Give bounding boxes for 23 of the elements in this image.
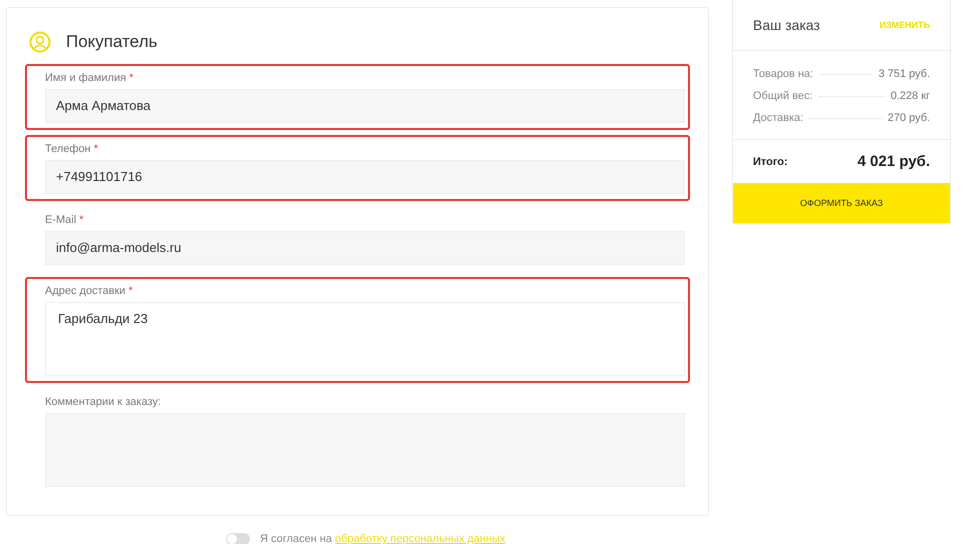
field-label: Имя и фамилия *	[45, 72, 134, 84]
checkout-button[interactable]: ОФОРМИТЬ ЗАКАЗ	[733, 183, 950, 223]
user-icon	[29, 31, 51, 53]
consent-toggle[interactable]	[226, 533, 250, 544]
field-label: Телефон *	[45, 143, 99, 155]
field-label: Адрес доставки *	[45, 285, 134, 297]
order-title: Ваш заказ	[753, 17, 820, 33]
summary-label: Общий вес:	[753, 90, 813, 102]
section-title: Покупатель	[66, 32, 158, 52]
total-value: 4 021 руб.	[858, 153, 930, 170]
input-field[interactable]: Арма Арматова	[45, 89, 685, 123]
total-label: Итого:	[753, 156, 788, 168]
input-field[interactable]: +74991101716	[45, 160, 685, 194]
address-field[interactable]: Гарибальди 23	[45, 302, 685, 376]
field-label: E-Mail *	[45, 214, 85, 226]
summary-label: Товаров на:	[753, 68, 814, 80]
summary-value: 0.228 кг	[890, 90, 930, 102]
field-label: Комментарии к заказу:	[45, 396, 162, 408]
summary-value: 3 751 руб.	[878, 68, 930, 80]
input-field[interactable]: info@arma-models.ru	[45, 231, 685, 265]
summary-label: Доставка:	[753, 112, 804, 124]
summary-value: 270 руб.	[888, 112, 930, 124]
consent-text: Я согласен на обработку персональных данных	[260, 533, 506, 544]
